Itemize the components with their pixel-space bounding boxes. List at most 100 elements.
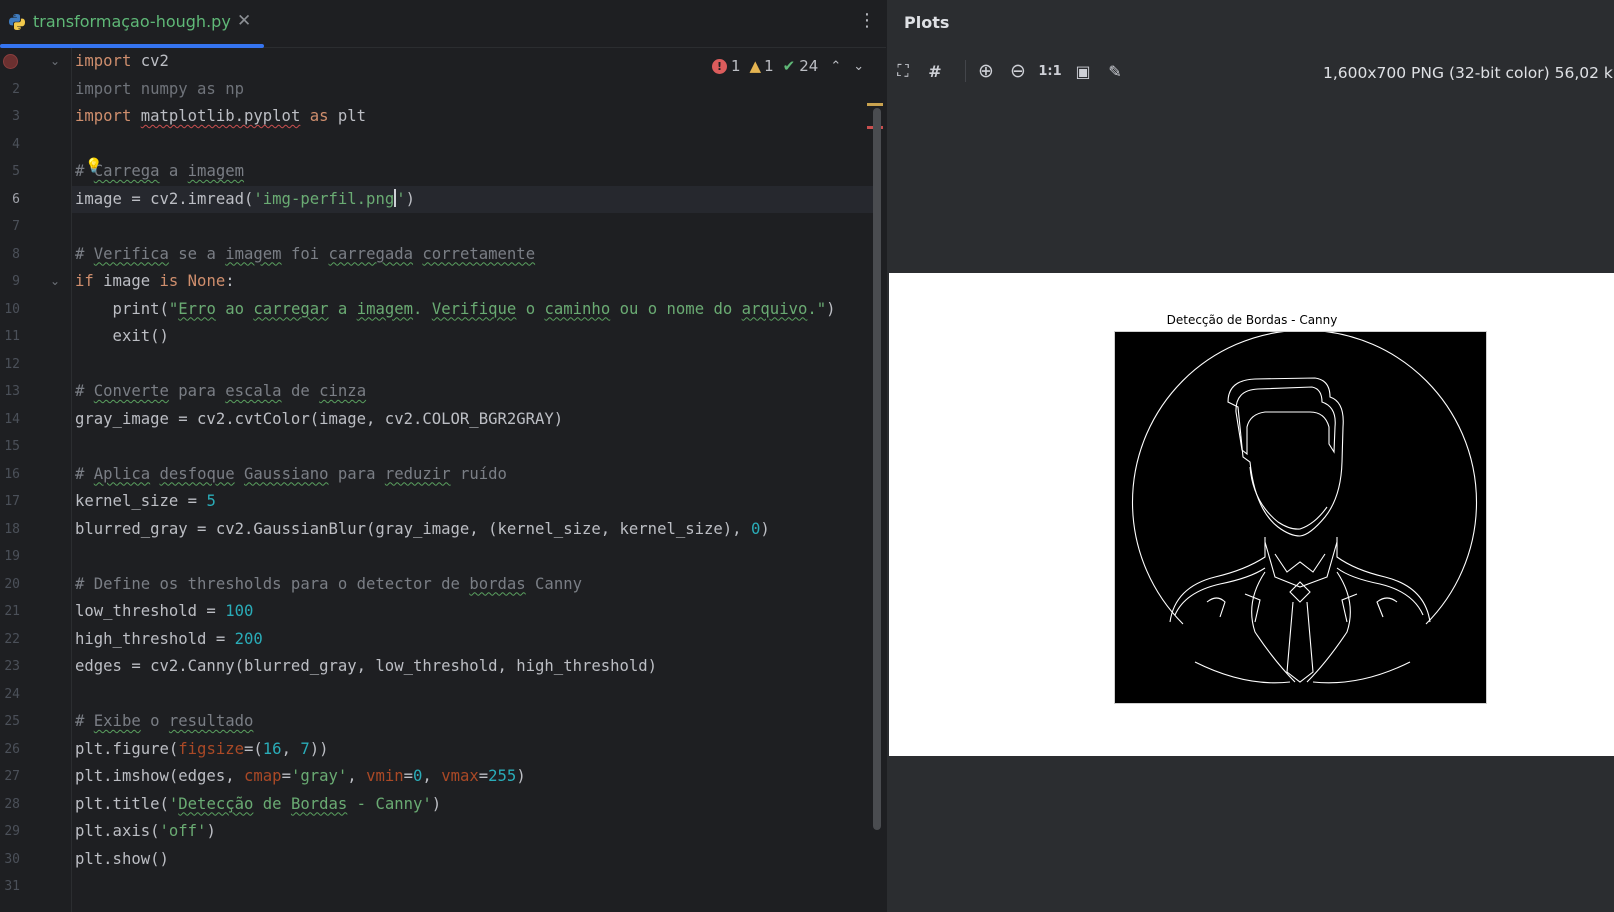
lightbulb-icon[interactable]: 💡	[85, 158, 102, 174]
fold-chevron-icon[interactable]: ⌄	[50, 48, 60, 76]
code-line[interactable]: plt.axis('off')	[75, 818, 875, 846]
line-number: 30	[4, 851, 20, 867]
warning-icon: ▲	[749, 57, 762, 75]
line-number-gutter[interactable]: 2 3 4 5 6 7 8 9 10 11 12 13 14 15 16 17 …	[0, 48, 72, 912]
code-line[interactable]	[75, 543, 875, 571]
code-line[interactable]: # Converte para escala de cinza	[75, 378, 875, 406]
code-token: plt.show()	[75, 849, 169, 868]
line-number: 31	[4, 879, 20, 894]
code-line[interactable]: kernel_size = 5	[75, 488, 875, 516]
code-line[interactable]: # Aplica desfoque Gaussiano para reduzir…	[75, 461, 875, 489]
code-line[interactable]: # Carrega a imagem	[75, 158, 875, 186]
line-number: 12	[4, 356, 20, 372]
breakpoint-icon[interactable]	[3, 54, 18, 69]
code-line[interactable]: plt.title('Detecção de Bordas - Canny')	[75, 791, 875, 819]
code-line[interactable]: plt.figure(figsize=(16, 7))	[75, 736, 875, 764]
code-token: arquivo	[741, 299, 808, 318]
code-token: 0	[413, 767, 423, 785]
code-token: )	[516, 767, 526, 785]
more-options-icon[interactable]: ⋮	[858, 10, 876, 31]
code-line[interactable]: gray_image = cv2.cvtColor(image, cv2.COL…	[75, 406, 875, 434]
code-token: 255	[488, 767, 517, 785]
code-token: Exibe	[93, 712, 141, 730]
code-line[interactable]: plt.imshow(edges, cmap='gray', vmin=0, v…	[75, 763, 875, 791]
code-line[interactable]: image = cv2.imread('img-perfil.png ')	[72, 185, 878, 213]
line-number: 21	[4, 604, 20, 619]
line-number: 11	[4, 329, 20, 344]
code-token: edges = cv2.Canny(blurred_gray, low_thre…	[75, 657, 658, 675]
editor-tab[interactable]: transformaçao-hough.py ✕	[0, 0, 264, 48]
next-highlight-icon[interactable]: ⌄	[853, 59, 864, 74]
line-number: 16	[4, 466, 20, 482]
line-number: 14	[4, 411, 20, 427]
code-token: )	[760, 519, 770, 538]
code-token: ))	[309, 739, 329, 758]
fit-zoom-icon[interactable]: ▣	[1071, 59, 1095, 83]
code-line[interactable]	[75, 351, 875, 379]
previous-highlight-icon[interactable]: ⌃	[830, 59, 841, 74]
code-line[interactable]	[75, 131, 875, 159]
zoom-in-icon[interactable]: ⊕	[974, 59, 998, 83]
code-line[interactable]: plt.show()	[75, 846, 875, 874]
close-tab-icon[interactable]: ✕	[237, 11, 251, 31]
fit-to-window-icon[interactable]: ⛶	[891, 59, 915, 83]
edge-image	[1114, 329, 1487, 704]
code-line[interactable]: # Exibe o resultado	[75, 708, 875, 736]
line-number: 8	[12, 246, 20, 262]
code-token: Gaussiano	[244, 464, 329, 483]
code-token: plt	[328, 107, 367, 125]
code-line[interactable]: low_threshold = 100	[75, 598, 875, 626]
code-line[interactable]	[75, 433, 875, 461]
plot-image[interactable]: Detecção de Bordas - Canny	[889, 273, 1614, 756]
code-editor[interactable]: transformaçao-hough.py ✕ ⋮ 2 3 4 5 6 7 8…	[0, 0, 886, 912]
code-token: kernel_size =	[75, 492, 207, 510]
code-line[interactable]: import matplotlib.pyplot as plt	[75, 103, 875, 131]
code-line[interactable]: blurred_gray = cv2.GaussianBlur(gray_ima…	[75, 516, 875, 544]
code-token: Detecção	[178, 794, 254, 813]
line-number: 26	[4, 741, 20, 757]
line-number: 13	[4, 384, 20, 399]
warning-stripe[interactable]	[867, 103, 883, 106]
code-token: Converte	[93, 382, 169, 400]
code-line[interactable]: # Define os thresholds para o detector d…	[75, 571, 875, 599]
toolbar-separator	[965, 60, 966, 82]
code-token: de	[253, 794, 291, 813]
code-line[interactable]: high_threshold = 200	[75, 626, 875, 654]
zoom-out-icon[interactable]: ⊖	[1006, 59, 1030, 83]
fold-chevron-icon[interactable]: ⌄	[50, 268, 60, 296]
code-line[interactable]	[75, 213, 875, 241]
actual-size-icon[interactable]: 1:1	[1038, 59, 1062, 83]
code-line[interactable]: exit()	[75, 323, 875, 351]
code-line[interactable]: print("Erro ao carregar a imagem. Verifi…	[75, 296, 875, 324]
color-picker-icon[interactable]: ✎	[1103, 59, 1127, 83]
code-token: ,	[347, 767, 367, 785]
line-number: 28	[4, 796, 20, 812]
code-area[interactable]: import cv2 import numpy as np import matpl…	[72, 48, 878, 912]
code-line[interactable]: import numpy as np	[75, 76, 875, 104]
code-token: #	[75, 464, 94, 483]
vertical-scrollbar[interactable]	[873, 108, 881, 830]
inspection-widget[interactable]: ! 1 ▲ 1 ✔ 24 ⌃ ⌄	[712, 56, 864, 76]
code-line[interactable]: # Verifica se a imagem foi carregada cor…	[75, 241, 875, 269]
code-line[interactable]: edges = cv2.Canny(blurred_gray, low_thre…	[75, 653, 875, 681]
code-token: as	[309, 107, 329, 125]
code-token: Erro	[178, 299, 216, 318]
code-token: "	[168, 299, 179, 318]
code-token: carregada	[328, 244, 414, 263]
code-line[interactable]	[75, 873, 875, 901]
grid-icon[interactable]: #	[923, 59, 947, 83]
left-shoulder-outline	[1169, 537, 1266, 623]
code-line[interactable]: if image is None:	[75, 268, 875, 296]
code-token: ou o nome do	[610, 299, 742, 318]
code-token: 0	[750, 519, 761, 538]
line-number: 18	[4, 521, 20, 537]
code-token: cmap	[244, 767, 282, 785]
line-number: 3	[12, 109, 20, 124]
code-token: plt.imshow(edges,	[75, 767, 244, 785]
code-token: image = cv2.imread(	[75, 189, 254, 208]
code-line[interactable]	[75, 681, 875, 709]
code-token: plt.axis(	[75, 822, 160, 840]
code-token: vmin	[366, 767, 404, 785]
line-number: 5	[12, 164, 20, 179]
